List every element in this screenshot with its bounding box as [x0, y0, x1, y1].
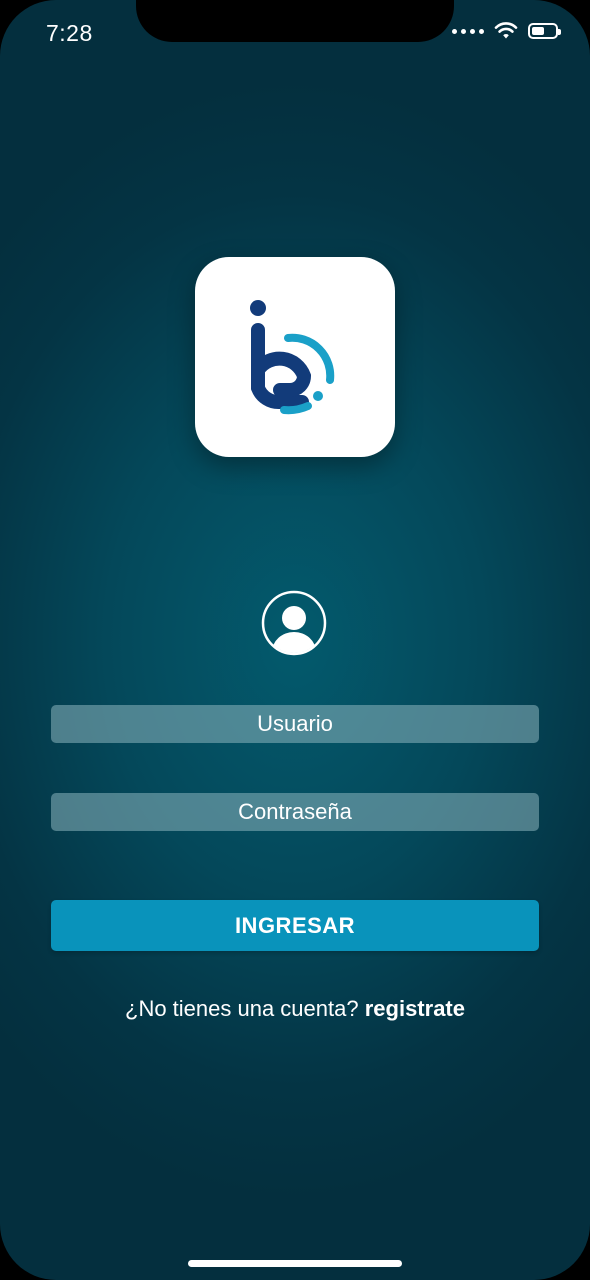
wifi-icon	[494, 22, 518, 39]
battery-level	[532, 27, 544, 35]
signup-prompt-text: ¿No tienes una cuenta?	[125, 996, 365, 1021]
battery-icon	[528, 23, 561, 39]
password-input[interactable]: Contraseña	[51, 793, 539, 831]
status-icons	[452, 22, 561, 40]
signal-dots-icon	[452, 28, 484, 34]
login-screen: 7:28 Usuario Contraseña INGRESAR ¿No tie…	[0, 0, 590, 1280]
register-link[interactable]: registrate	[365, 996, 465, 1021]
device-notch	[136, 0, 454, 42]
home-indicator[interactable]	[188, 1260, 402, 1267]
user-avatar-icon	[261, 590, 327, 656]
username-input[interactable]: Usuario	[51, 705, 539, 743]
status-time: 7:28	[46, 20, 93, 46]
logo-mark	[250, 300, 335, 415]
login-button[interactable]: INGRESAR	[51, 900, 539, 951]
signup-prompt: ¿No tienes una cuenta? registrate	[0, 996, 590, 1022]
app-logo-icon	[195, 257, 395, 457]
